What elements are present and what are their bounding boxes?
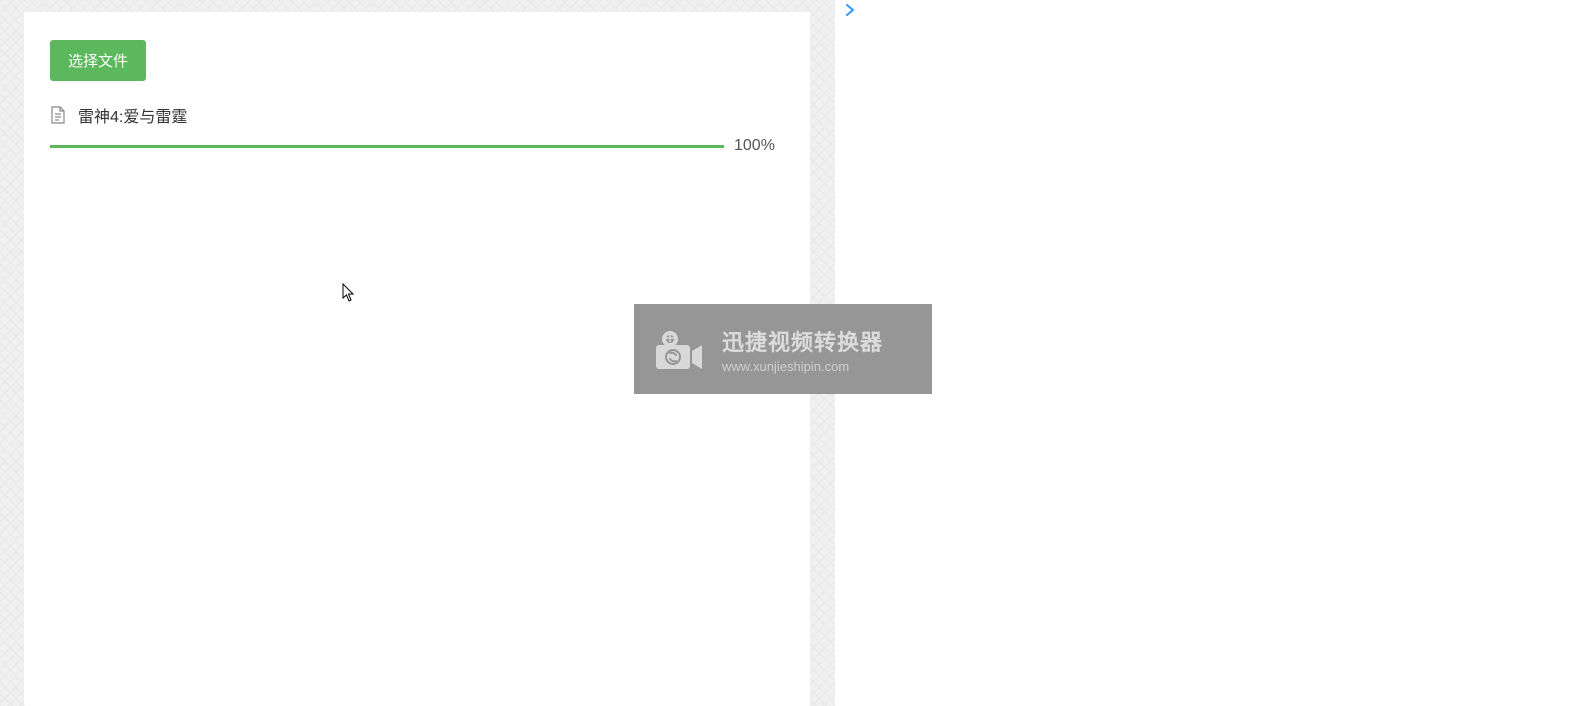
progress-bar — [50, 145, 724, 148]
progress-row: 100% — [50, 137, 784, 155]
watermark-url: www.xunjieshipin.com — [722, 359, 883, 374]
file-name: 雷神4:爱与雷霆 — [78, 103, 187, 127]
file-row: 雷神4:爱与雷霆 — [50, 103, 784, 127]
video-converter-icon — [652, 325, 708, 373]
right-panel — [835, 0, 1586, 706]
chevron-right-icon[interactable] — [845, 3, 855, 21]
progress-bar-fill — [50, 145, 724, 148]
document-icon — [50, 106, 66, 124]
watermark-text: 迅捷视频转换器 www.xunjieshipin.com — [722, 325, 883, 374]
watermark-title: 迅捷视频转换器 — [722, 325, 883, 357]
watermark-overlay: 迅捷视频转换器 www.xunjieshipin.com — [634, 304, 932, 394]
select-file-button[interactable]: 选择文件 — [50, 40, 146, 81]
progress-percent-text: 100% — [734, 137, 775, 155]
